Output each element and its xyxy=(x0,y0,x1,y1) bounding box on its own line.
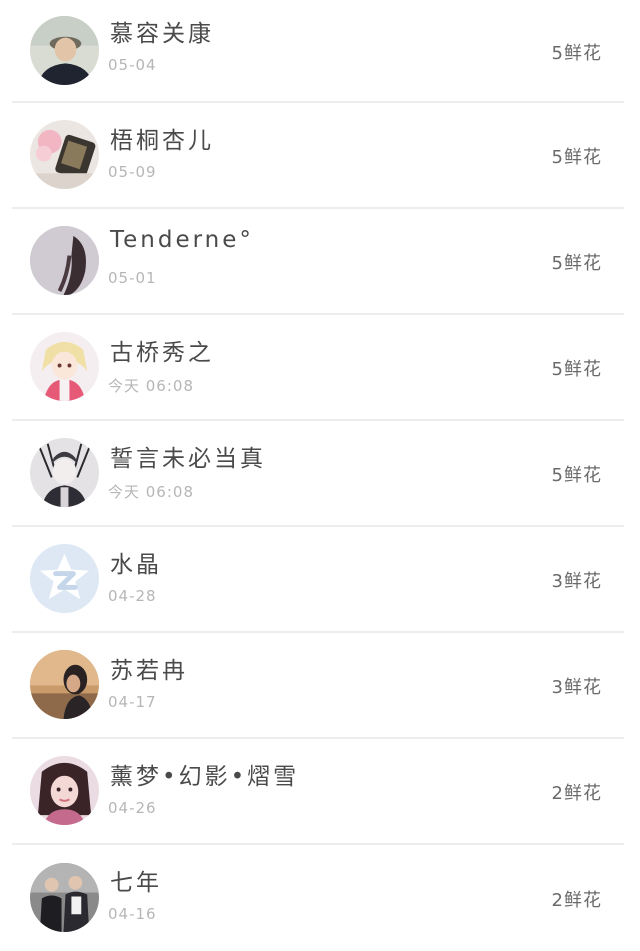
gift-date: 今天 06:08 xyxy=(108,377,194,395)
list-item[interactable]: 七年 04-16 2鲜花 xyxy=(12,845,624,951)
avatar[interactable] xyxy=(30,226,99,295)
user-name[interactable]: 誓言未必当真 xyxy=(110,439,266,473)
user-name[interactable]: 薰梦•幻影•熠雪 xyxy=(110,757,299,791)
flower-count: 3鲜花 xyxy=(551,571,602,592)
user-name[interactable]: 七年 xyxy=(110,863,162,897)
avatar[interactable] xyxy=(30,332,99,401)
avatar[interactable] xyxy=(30,863,99,932)
avatar[interactable] xyxy=(30,544,99,613)
gift-date: 05-09 xyxy=(108,163,157,181)
flower-count: 2鲜花 xyxy=(551,890,602,911)
gift-date: 04-26 xyxy=(108,799,157,817)
gift-date: 04-17 xyxy=(108,693,157,711)
default-qzone-avatar-icon xyxy=(30,544,99,613)
list-item[interactable]: Tenderne° 05-01 5鲜花 xyxy=(12,209,624,315)
user-name[interactable]: 苏若冉 xyxy=(110,651,188,685)
anime-avatar-icon xyxy=(30,332,99,401)
gift-date: 04-16 xyxy=(108,905,157,923)
flower-count: 2鲜花 xyxy=(551,783,602,804)
list-item[interactable]: 慕容关康 05-04 5鲜花 xyxy=(12,0,624,103)
flower-count: 3鲜花 xyxy=(551,677,602,698)
user-photo-icon xyxy=(30,650,99,719)
gift-date: 04-28 xyxy=(108,587,157,605)
avatar[interactable] xyxy=(30,15,99,85)
flower-count: 5鲜花 xyxy=(551,359,602,380)
avatar[interactable] xyxy=(30,120,99,189)
avatar[interactable] xyxy=(30,756,99,825)
user-name[interactable]: 水晶 xyxy=(110,545,162,579)
gift-date: 05-04 xyxy=(108,56,157,74)
user-photo-icon xyxy=(30,863,99,932)
list-item[interactable]: 誓言未必当真 今天 06:08 5鲜花 xyxy=(12,421,624,527)
list-item[interactable]: 薰梦•幻影•熠雪 04-26 2鲜花 xyxy=(12,739,624,845)
gift-list: 慕容关康 05-04 5鲜花 梧桐杏儿 05-09 5鲜花 Tenderne° … xyxy=(0,0,640,951)
user-photo-icon xyxy=(30,120,99,189)
flower-count: 5鲜花 xyxy=(551,147,602,168)
user-photo-icon xyxy=(30,756,99,825)
avatar[interactable] xyxy=(30,650,99,719)
avatar[interactable] xyxy=(30,438,99,507)
user-photo-icon xyxy=(30,15,99,85)
user-name[interactable]: 慕容关康 xyxy=(110,14,214,48)
user-name[interactable]: 梧桐杏儿 xyxy=(110,121,214,155)
list-item[interactable]: 古桥秀之 今天 06:08 5鲜花 xyxy=(12,315,624,421)
user-photo-icon xyxy=(30,226,99,295)
user-name[interactable]: 古桥秀之 xyxy=(110,333,214,367)
flower-count: 5鲜花 xyxy=(551,253,602,274)
list-item[interactable]: 梧桐杏儿 05-09 5鲜花 xyxy=(12,103,624,209)
flower-count: 5鲜花 xyxy=(551,42,602,64)
list-item[interactable]: 苏若冉 04-17 3鲜花 xyxy=(12,633,624,739)
anime-avatar-icon xyxy=(30,438,99,507)
list-item[interactable]: 水晶 04-28 3鲜花 xyxy=(12,527,624,633)
gift-date: 05-01 xyxy=(108,269,157,287)
gift-date: 今天 06:08 xyxy=(108,483,194,501)
user-name[interactable]: Tenderne° xyxy=(110,227,254,253)
flower-count: 5鲜花 xyxy=(551,465,602,486)
